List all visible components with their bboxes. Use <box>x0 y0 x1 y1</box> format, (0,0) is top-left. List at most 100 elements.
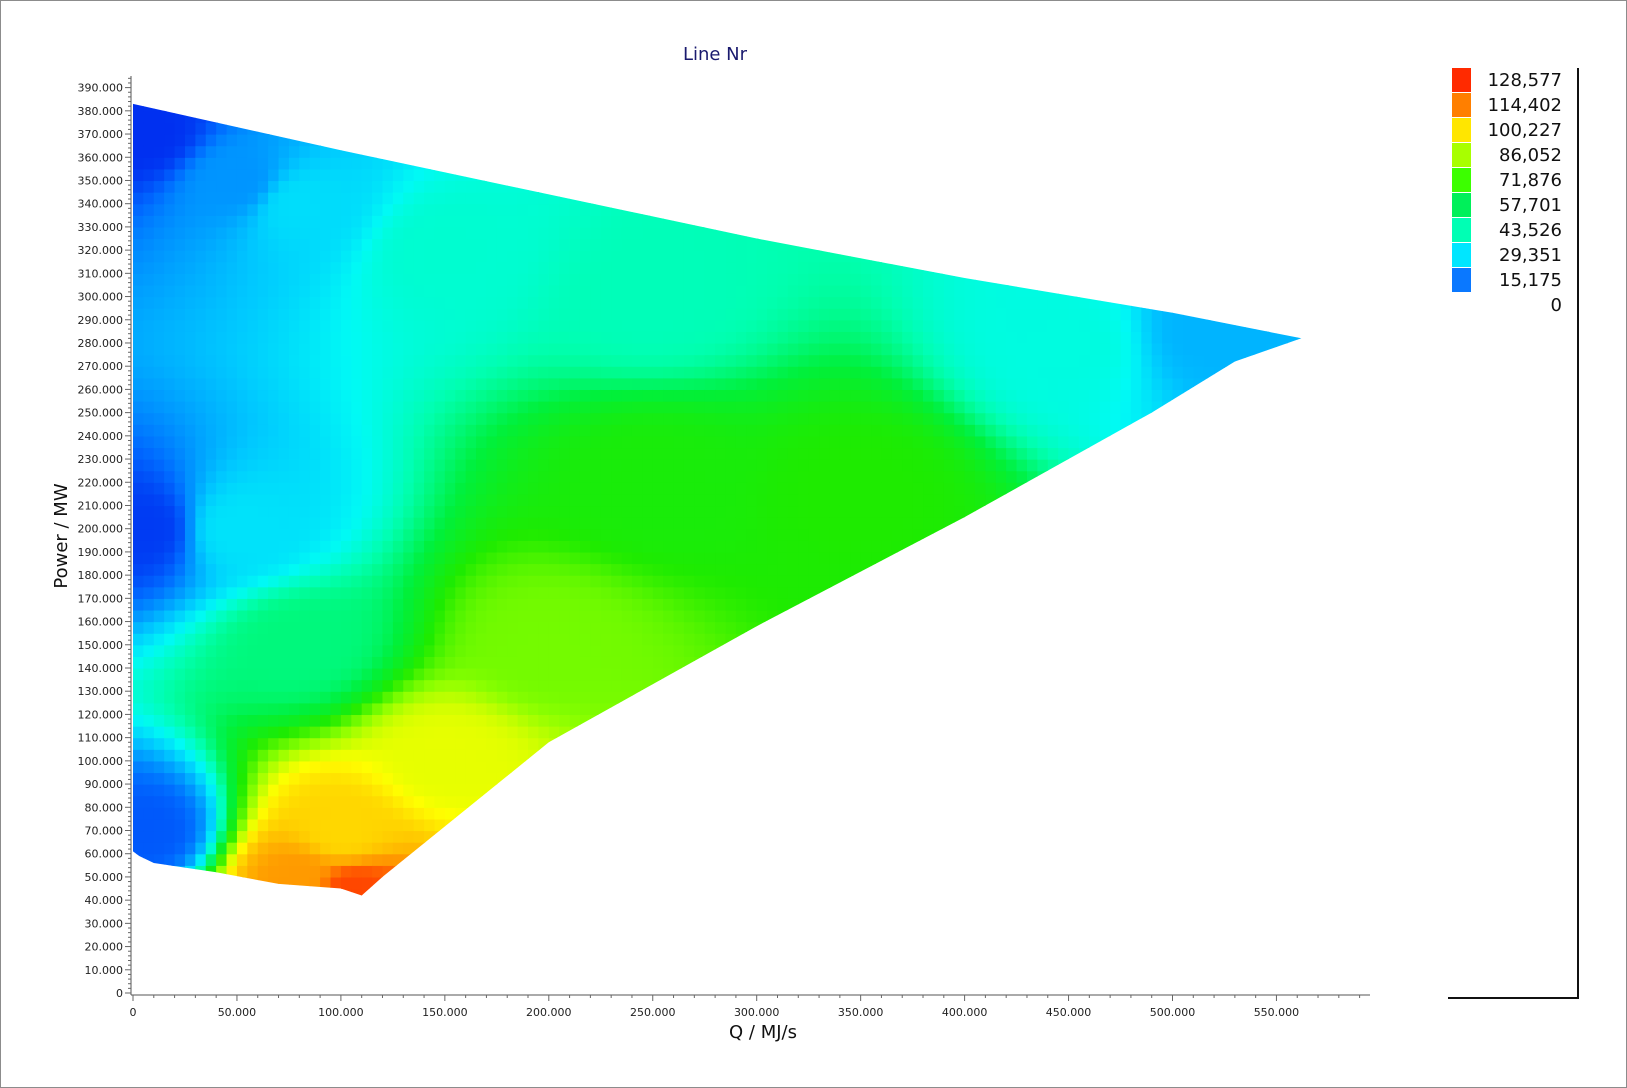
heatmap-cell <box>590 737 602 750</box>
heatmap-cell <box>642 180 654 193</box>
heatmap-cell <box>579 296 591 309</box>
heatmap-cell <box>288 888 300 896</box>
heatmap-cell <box>164 749 176 762</box>
heatmap-cell <box>538 737 550 750</box>
heatmap-cell <box>839 760 851 774</box>
heatmap-cell <box>559 157 571 170</box>
heatmap-cell <box>538 551 550 565</box>
heatmap-cell <box>528 203 539 216</box>
heatmap-cell <box>735 354 747 367</box>
heatmap-cell <box>642 145 654 158</box>
heatmap-cell <box>330 296 342 309</box>
heatmap-cell <box>808 401 820 414</box>
heatmap-cell <box>756 273 768 286</box>
heatmap-cell <box>174 459 186 472</box>
heatmap-cell <box>434 528 446 541</box>
heatmap-cell <box>673 830 685 843</box>
heatmap-cell <box>725 342 737 356</box>
heatmap-cell <box>798 528 810 541</box>
heatmap-cell <box>424 110 436 124</box>
heatmap-cell <box>195 656 207 669</box>
heatmap-cell <box>819 203 831 216</box>
heatmap-cell <box>579 726 591 739</box>
heatmap-cell <box>153 807 165 820</box>
heatmap-cell <box>164 853 176 866</box>
heatmap-cell <box>372 714 384 727</box>
heatmap-cell <box>579 807 591 820</box>
heatmap-cell <box>652 772 664 785</box>
heatmap-cell <box>663 366 675 379</box>
heatmap-cell <box>694 900 705 912</box>
heatmap-cell <box>361 528 373 541</box>
heatmap-cell <box>756 435 768 449</box>
heatmap-cell <box>465 238 477 251</box>
heatmap-cell <box>195 772 207 785</box>
heatmap-cell <box>496 575 508 588</box>
heatmap-cell <box>631 157 643 170</box>
heatmap-cell <box>507 412 519 425</box>
heatmap-cell <box>579 203 591 216</box>
heatmap-cell <box>133 853 144 866</box>
heatmap-cell <box>746 900 757 912</box>
heatmap-cell <box>195 563 207 576</box>
heatmap-cell <box>351 435 363 449</box>
heatmap-cell <box>288 424 300 437</box>
heatmap-cell <box>236 609 248 623</box>
heatmap-cell <box>413 540 425 553</box>
heatmap-cell <box>174 110 186 124</box>
heatmap-cell <box>455 586 467 599</box>
heatmap-cell <box>528 103 539 112</box>
heatmap-cell <box>860 737 872 750</box>
heatmap-cell <box>226 482 238 495</box>
heatmap-cell <box>683 528 695 541</box>
heatmap-cell <box>767 215 779 228</box>
heatmap-cell <box>236 679 248 692</box>
heatmap-cell <box>579 459 591 472</box>
heatmap-cell <box>153 482 165 495</box>
heatmap-cell <box>787 354 799 367</box>
heatmap-cell <box>631 609 643 623</box>
heatmap-cell <box>507 749 519 762</box>
heatmap-cell <box>631 284 643 298</box>
heatmap-cell <box>829 702 841 716</box>
heatmap-cell <box>153 412 165 425</box>
heatmap-cell <box>787 412 799 425</box>
heatmap-cell <box>829 226 841 240</box>
heatmap-cell <box>205 540 217 553</box>
heatmap-cell <box>320 447 332 460</box>
heatmap-cell <box>268 714 280 727</box>
heatmap-cell <box>486 818 498 832</box>
heatmap-cell <box>496 876 508 890</box>
heatmap-cell <box>767 551 779 565</box>
heatmap-cell <box>621 250 633 263</box>
heatmap-cell <box>746 714 758 727</box>
heatmap-cell <box>735 122 747 135</box>
heatmap-cell <box>320 226 332 240</box>
heatmap-cell <box>382 876 394 890</box>
heatmap-cell <box>496 807 508 820</box>
heatmap-cell <box>715 435 727 449</box>
heatmap-cell <box>455 366 467 379</box>
heatmap-cells <box>133 88 1302 912</box>
heatmap-cell <box>351 145 363 158</box>
heatmap-cell <box>278 273 290 286</box>
heatmap-cell <box>434 691 446 704</box>
heatmap-cell <box>476 818 488 832</box>
heatmap-cell <box>424 203 436 216</box>
heatmap-cell <box>184 134 196 147</box>
heatmap-cell <box>590 238 602 251</box>
heatmap-cell <box>175 900 186 912</box>
heatmap-cell <box>236 401 248 414</box>
heatmap-cell <box>507 168 519 182</box>
heatmap-cell <box>175 88 186 100</box>
heatmap-cell <box>829 900 840 912</box>
heatmap-cell <box>174 667 186 681</box>
heatmap-cell <box>247 517 259 530</box>
heatmap-cell <box>798 679 810 692</box>
heatmap-cell <box>164 424 176 437</box>
heatmap-cell <box>725 853 737 866</box>
heatmap-cell <box>434 203 446 216</box>
heatmap-cell <box>621 760 633 774</box>
heatmap-cell <box>372 88 383 100</box>
heatmap-chart: 010.00020.00030.00040.00050.00060.00070.… <box>51 68 1579 1043</box>
